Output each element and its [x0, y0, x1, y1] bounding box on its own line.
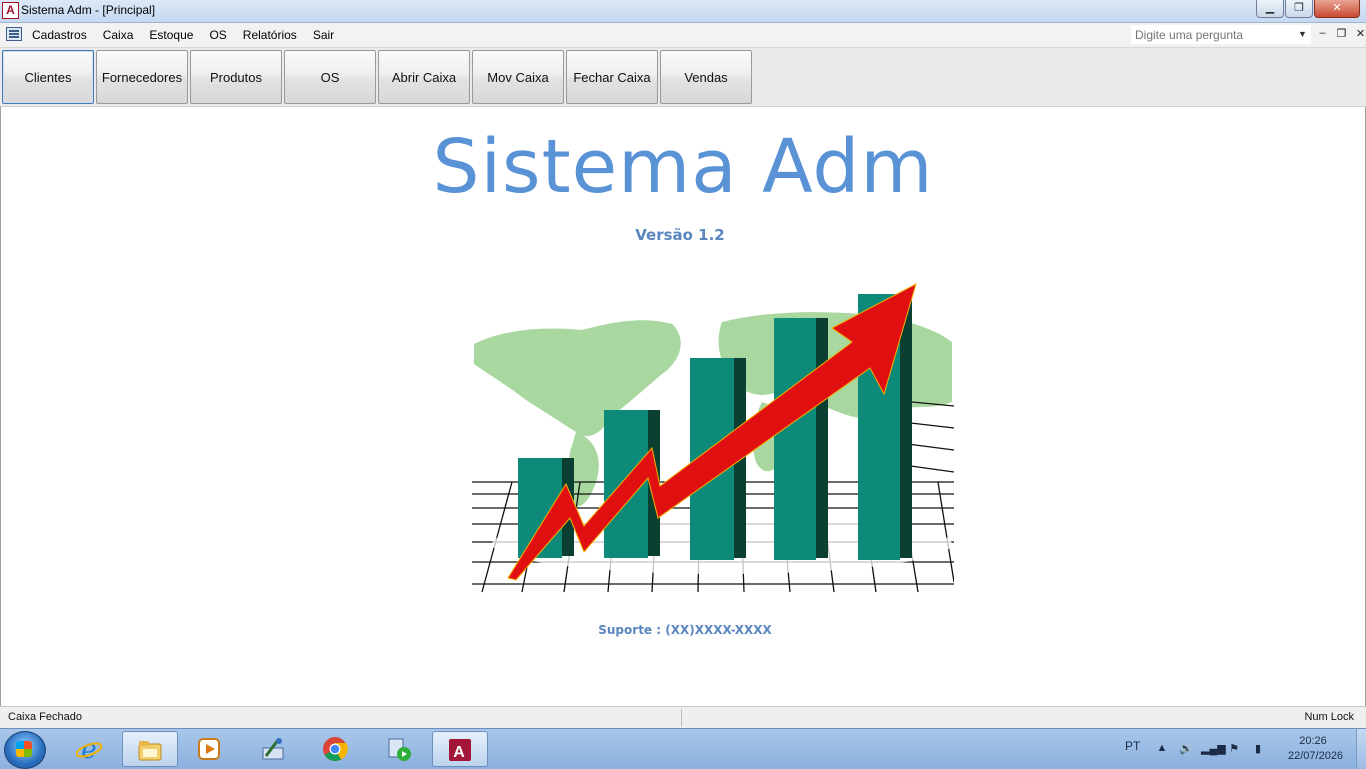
- volume-icon[interactable]: 🔊: [1177, 742, 1195, 755]
- start-button[interactable]: [4, 731, 46, 769]
- svg-text:e: e: [81, 736, 96, 762]
- minimize-button[interactable]: ▁: [1256, 0, 1284, 18]
- mdi-restore-icon[interactable]: ❐: [1332, 27, 1351, 40]
- fornecedores-button[interactable]: Fornecedores: [96, 50, 188, 104]
- show-hidden-icons-icon[interactable]: ▲: [1153, 742, 1171, 755]
- show-desktop-button[interactable]: [1356, 729, 1366, 769]
- status-bar: Caixa Fechado Num Lock: [0, 706, 1366, 729]
- ask-dropdown-arrow-icon[interactable]: ▼: [1298, 29, 1307, 39]
- close-button[interactable]: ✕: [1314, 0, 1360, 18]
- status-num-lock: Num Lock: [1304, 711, 1354, 723]
- clientes-button[interactable]: Clientes: [2, 50, 94, 104]
- access-app-icon[interactable]: A: [2, 2, 19, 19]
- menu-cadastros[interactable]: Cadastros: [24, 27, 95, 43]
- abrir-caixa-button[interactable]: Abrir Caixa: [378, 50, 470, 104]
- mdi-minimize-icon[interactable]: –: [1313, 27, 1332, 40]
- support-label: Suporte : (XX)XXXX-XXXX: [598, 623, 772, 637]
- internet-explorer-icon[interactable]: e: [62, 731, 118, 767]
- mdi-close-icon[interactable]: ✕: [1351, 27, 1366, 40]
- power-icon[interactable]: ▮: [1249, 742, 1267, 755]
- status-caixa: Caixa Fechado: [8, 711, 82, 723]
- menu-sair[interactable]: Sair: [305, 27, 342, 43]
- menu-caixa[interactable]: Caixa: [95, 27, 142, 43]
- version-label: Versão 1.2: [635, 226, 725, 244]
- taskbar: e A PT ▲ 🔊 ▂▄▆ ⚑ ▮ 20:26 22/07/2026: [0, 728, 1366, 769]
- chrome-icon[interactable]: [308, 731, 364, 767]
- clock-date: 22/07/2026: [1288, 750, 1344, 762]
- action-center-icon[interactable]: ⚑: [1225, 742, 1243, 755]
- media-player-icon[interactable]: [182, 731, 238, 767]
- menu-estoque[interactable]: Estoque: [141, 27, 201, 43]
- clock[interactable]: 20:26 22/07/2026: [1288, 734, 1344, 764]
- svg-text:A: A: [453, 744, 465, 761]
- restore-button[interactable]: ❐: [1285, 0, 1313, 18]
- page-title: Sistema Adm: [432, 124, 934, 210]
- mov-caixa-button[interactable]: Mov Caixa: [472, 50, 564, 104]
- produtos-button[interactable]: Produtos: [190, 50, 282, 104]
- file-explorer-icon[interactable]: [122, 731, 178, 767]
- ask-question-input[interactable]: [1131, 25, 1311, 44]
- window-title: Sistema Adm - [Principal]: [21, 3, 156, 17]
- clock-time: 20:26: [1299, 735, 1327, 747]
- document-menu-icon[interactable]: [6, 27, 22, 41]
- control-panel-icon[interactable]: [246, 731, 302, 767]
- language-indicator[interactable]: PT: [1125, 739, 1140, 753]
- menu-bar: Cadastros Caixa Estoque OS Relatórios Sa…: [0, 23, 1366, 48]
- growth-chart-image: [472, 283, 954, 593]
- access-icon[interactable]: A: [432, 731, 488, 767]
- menu-os[interactable]: OS: [201, 27, 234, 43]
- fechar-caixa-button[interactable]: Fechar Caixa: [566, 50, 658, 104]
- os-button[interactable]: OS: [284, 50, 376, 104]
- command-toolbar: Clientes Fornecedores Produtos OS Abrir …: [0, 48, 1366, 107]
- vendas-button[interactable]: Vendas: [660, 50, 752, 104]
- title-bar: A Sistema Adm - [Principal] ▁ ❐ ✕: [0, 0, 1366, 23]
- menu-relatorios[interactable]: Relatórios: [235, 27, 305, 43]
- media-center-icon[interactable]: [372, 731, 428, 767]
- network-icon[interactable]: ▂▄▆: [1201, 742, 1226, 755]
